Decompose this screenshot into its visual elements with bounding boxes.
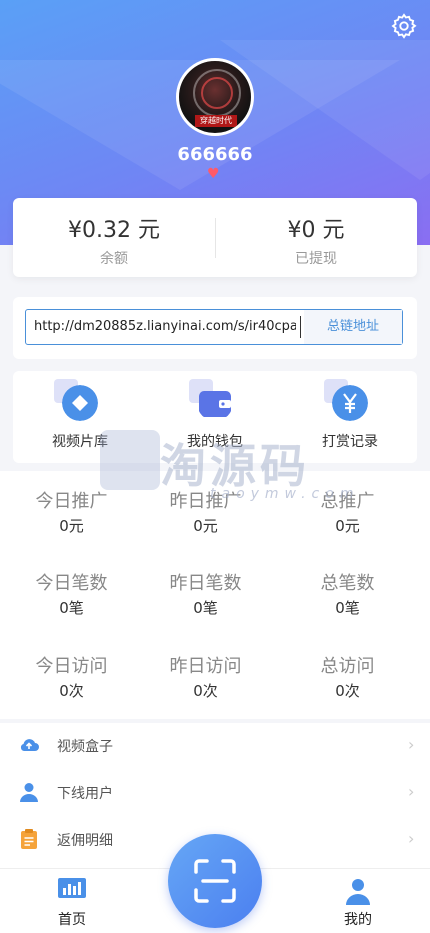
stat-label: 总笔数	[320, 573, 375, 594]
scan-button[interactable]	[168, 834, 262, 928]
wallet-icon	[199, 391, 231, 417]
balance-withdrawn: ¥0 元 已提现	[215, 212, 417, 268]
chevron-right-icon: ›	[408, 829, 415, 848]
balance-withdrawn-value: ¥0 元	[287, 218, 345, 243]
scan-icon	[194, 859, 236, 903]
avatar-tag: 穿越时代	[195, 115, 237, 127]
link-url[interactable]: http://dm20885z.lianyinai.com/s/ir40cpaa…	[34, 310, 296, 344]
watermark-sub: taoymw.com	[210, 486, 360, 502]
menu-item-downline-users[interactable]: 下线用户 ›	[0, 770, 430, 816]
gear-icon[interactable]	[390, 12, 418, 40]
chevron-right-icon: ›	[408, 735, 415, 754]
stat-yesterday-count: 昨日笔数 0笔	[134, 569, 277, 618]
stat-yesterday-visit: 昨日访问 0次	[134, 652, 277, 701]
stat-today-promo: 今日推广 0元	[0, 487, 143, 536]
stats-grid: 今日推广 0元 昨日推广 0元 总推广 0元 今日笔数 0笔 昨日笔数 0笔 总…	[0, 471, 430, 719]
video-library-icon	[62, 385, 98, 421]
stat-today-count: 今日笔数 0笔	[0, 569, 143, 618]
menu-item-video-box[interactable]: 视频盒子 ›	[0, 723, 430, 769]
username: 666666	[177, 144, 253, 165]
tab-home[interactable]: 首页	[32, 877, 112, 929]
stat-value: 0次	[193, 682, 218, 700]
tab-mine[interactable]: 我的	[318, 877, 398, 929]
stat-label: 今日访问	[35, 656, 108, 677]
stat-label: 今日笔数	[35, 573, 108, 594]
stat-value: 0元	[335, 517, 360, 535]
stat-total-visit: 总访问 0次	[276, 652, 419, 701]
total-link-button[interactable]: 总链地址	[304, 310, 402, 344]
chart-icon	[58, 878, 86, 898]
stat-value: 0次	[59, 682, 84, 700]
watermark-logo	[100, 430, 160, 490]
menu-label: 视频盒子	[57, 739, 113, 755]
balance-card: ¥0.32 元 余额 ¥0 元 已提现	[13, 198, 417, 277]
stat-value: 0元	[193, 517, 218, 535]
link-field[interactable]: http://dm20885z.lianyinai.com/s/ir40cpaa…	[25, 309, 403, 345]
clipboard-icon	[21, 829, 37, 849]
stat-label: 总访问	[320, 656, 375, 677]
text-cursor	[300, 316, 301, 338]
stat-today-visit: 今日访问 0次	[0, 652, 143, 701]
balance-available-value: ¥0.32 元	[68, 218, 160, 243]
stat-value: 0笔	[59, 599, 84, 617]
avatar[interactable]: 穿越时代	[176, 58, 254, 136]
user-icon	[20, 783, 38, 802]
balance-available-label: 余额	[100, 251, 128, 267]
stat-value: 0元	[59, 517, 84, 535]
cloud-upload-icon	[20, 739, 39, 751]
stat-label: 昨日笔数	[169, 573, 242, 594]
chevron-right-icon: ›	[408, 782, 415, 801]
balance-available: ¥0.32 元 余额	[13, 212, 215, 268]
link-card: http://dm20885z.lianyinai.com/s/ir40cpaa…	[13, 297, 417, 359]
tab-home-label: 首页	[58, 912, 86, 928]
heart-icon: ♥	[207, 166, 220, 182]
stat-label: 昨日访问	[169, 656, 242, 677]
stat-value: 0笔	[335, 599, 360, 617]
user-icon	[346, 879, 370, 905]
menu-label: 下线用户	[57, 786, 113, 802]
stat-total-count: 总笔数 0笔	[276, 569, 419, 618]
tab-mine-label: 我的	[344, 912, 372, 928]
balance-withdrawn-label: 已提现	[295, 251, 337, 267]
stat-value: 0次	[335, 682, 360, 700]
yen-icon	[332, 385, 368, 421]
stat-label: 今日推广	[35, 491, 108, 512]
menu-label: 返佣明细	[57, 833, 113, 849]
stat-value: 0笔	[193, 599, 218, 617]
